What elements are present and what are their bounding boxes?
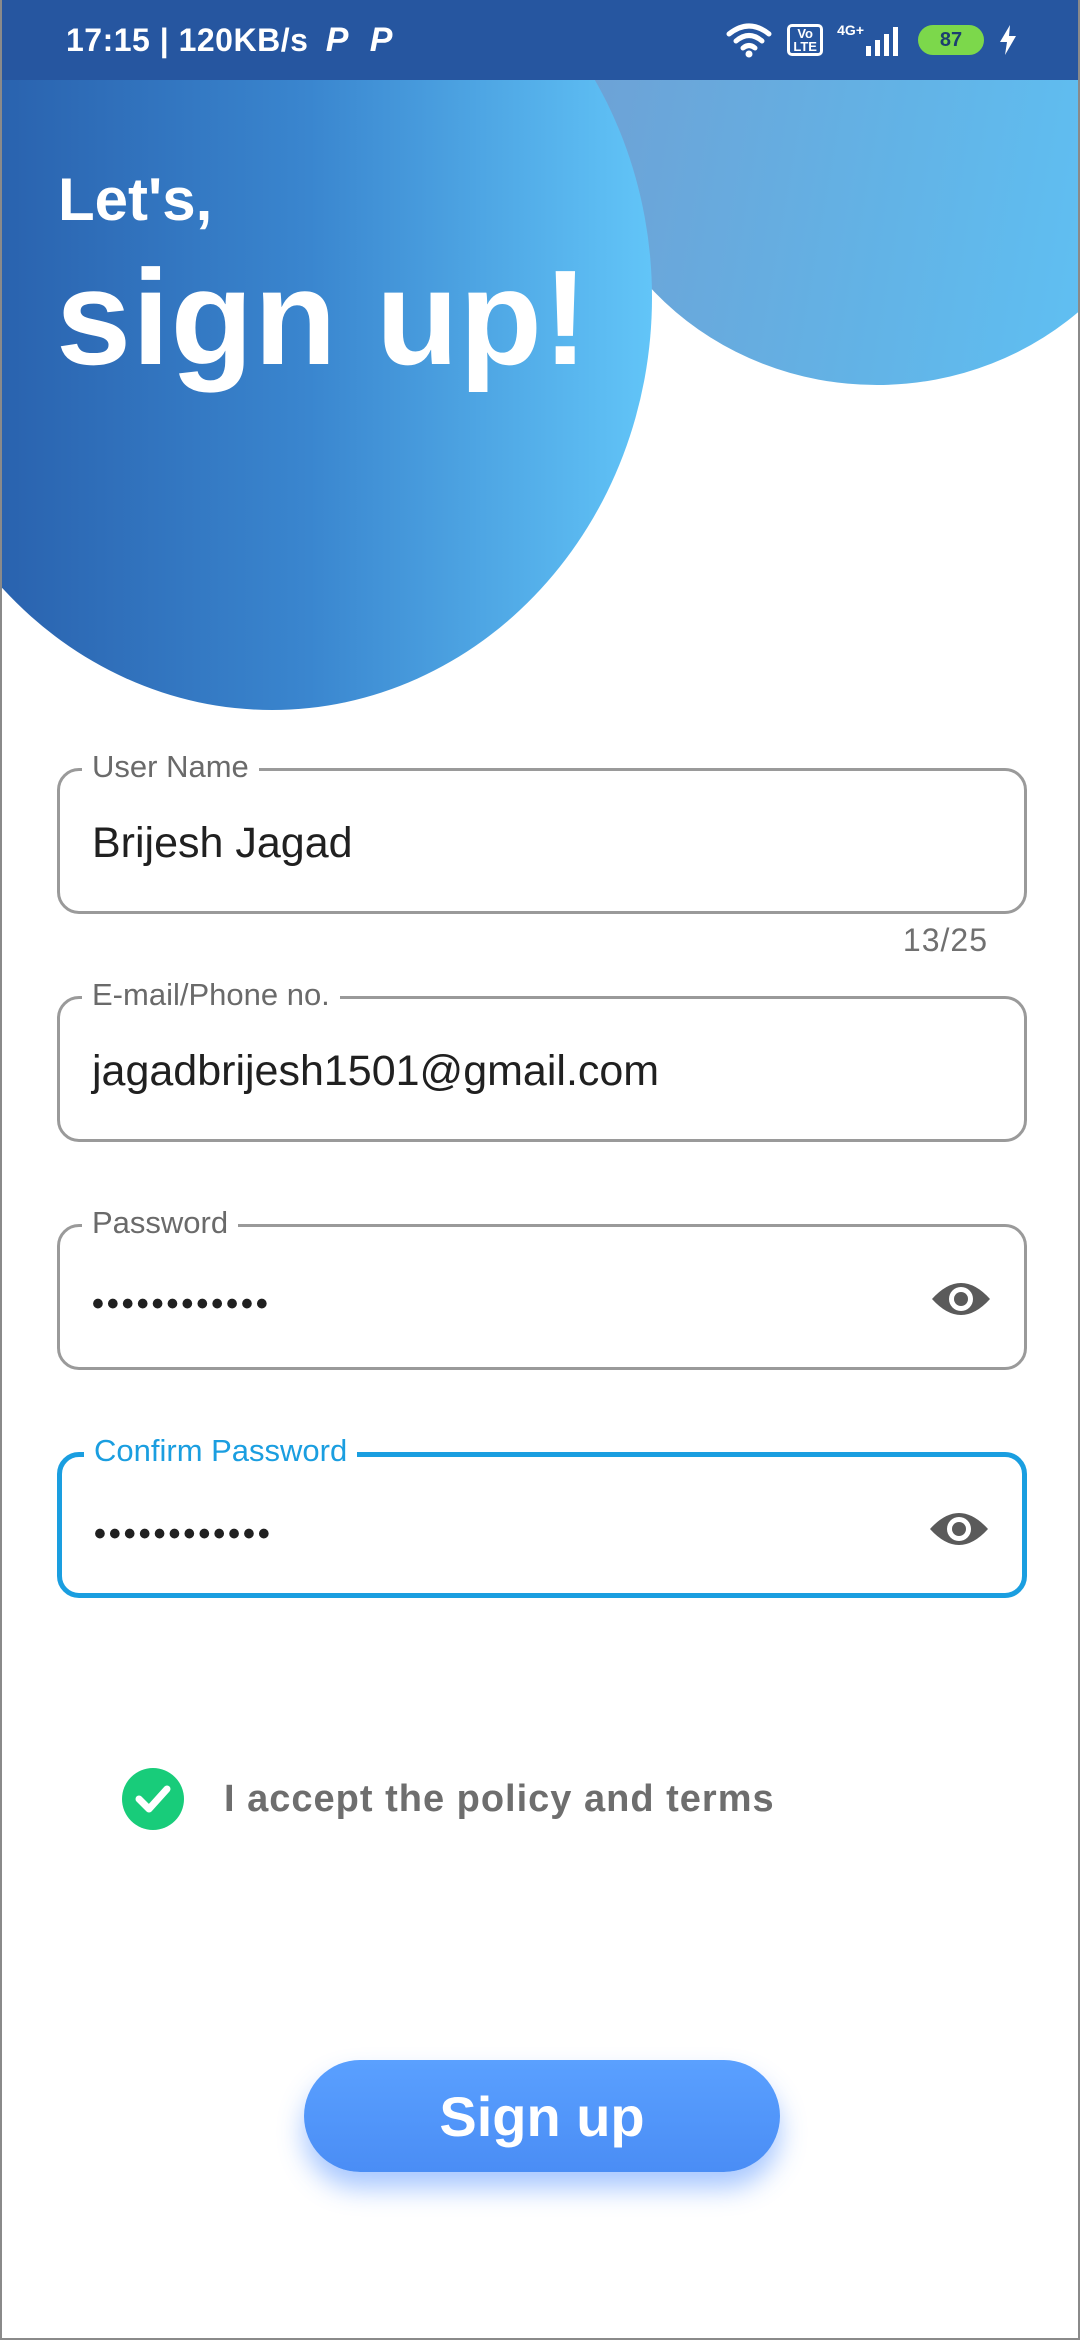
confirm-password-input[interactable]: •••••••••••• <box>94 1515 273 1554</box>
email-field[interactable]: E-mail/Phone no. jagadbrijesh1501@gmail.… <box>57 975 1027 1142</box>
status-bar: 17:15 | 120KB/s P P Vo LTE 4G+ 87 <box>2 0 1078 80</box>
email-input[interactable]: jagadbrijesh1501@gmail.com <box>92 1047 659 1096</box>
battery-level: 87 <box>939 28 963 51</box>
email-label: E-mail/Phone no. <box>82 975 340 1015</box>
password-label: Password <box>82 1203 239 1243</box>
volte-icon: Vo LTE <box>787 24 824 56</box>
status-left: 17:15 | 120KB/s P P <box>66 21 396 60</box>
username-label: User Name <box>82 747 259 787</box>
parking-app-icon-2: P <box>369 20 393 59</box>
greeting-small: Let's, <box>58 166 213 233</box>
confirm-password-field[interactable]: Confirm Password •••••••••••• <box>57 1431 1027 1598</box>
confirm-password-label: Confirm Password <box>84 1431 358 1471</box>
network-type: 4G+ <box>837 22 864 38</box>
signup-button[interactable]: Sign up <box>304 2060 780 2172</box>
password-field[interactable]: Password •••••••••••• <box>57 1203 1027 1370</box>
username-input[interactable]: Brijesh Jagad <box>92 819 353 868</box>
status-right: Vo LTE 4G+ 87 <box>725 22 1018 58</box>
charging-icon <box>1000 25 1016 55</box>
username-char-counter: 13/25 <box>902 922 988 958</box>
username-field[interactable]: User Name Brijesh Jagad <box>57 747 1027 914</box>
battery-indicator: 87 <box>918 25 984 55</box>
policy-checkbox[interactable] <box>122 1768 184 1830</box>
volte-bottom: LTE <box>793 39 817 54</box>
password-input[interactable]: •••••••••••• <box>92 1285 271 1324</box>
check-icon <box>135 1785 171 1813</box>
eye-icon[interactable] <box>930 1275 992 1323</box>
parking-app-icon: P <box>325 20 349 59</box>
eye-icon[interactable] <box>928 1505 990 1553</box>
status-time-speed: 17:15 | 120KB/s <box>66 21 309 58</box>
signal-icon <box>866 27 898 56</box>
wifi-icon <box>726 23 772 58</box>
page-title: sign up! <box>56 242 589 393</box>
signup-screen: 17:15 | 120KB/s P P Vo LTE 4G+ 87 Let's,… <box>0 0 1080 2340</box>
policy-label[interactable]: I accept the policy and terms <box>224 1778 775 1821</box>
